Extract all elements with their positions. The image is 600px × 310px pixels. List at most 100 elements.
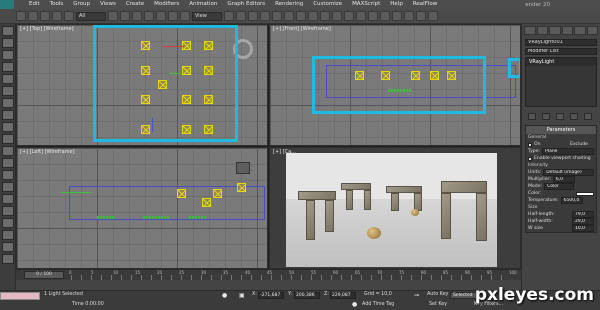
layer-manager-icon[interactable]: [344, 11, 354, 21]
left-tool-icon[interactable]: [2, 170, 14, 180]
menu-tools[interactable]: Tools: [45, 0, 69, 9]
mode-select[interactable]: Color: [544, 183, 575, 190]
manipulate-icon[interactable]: [236, 11, 246, 21]
multiplier-spinner[interactable]: 6,0: [552, 176, 575, 183]
set-key-button[interactable]: Set Key: [429, 302, 447, 307]
half-length-spinner[interactable]: 79,0: [572, 211, 594, 218]
x-coordinate-field[interactable]: -271,687: [258, 292, 284, 299]
add-time-tag-button[interactable]: Add Time Tag: [362, 302, 394, 307]
pin-stack-icon[interactable]: [528, 113, 536, 120]
left-tool-icon[interactable]: [2, 182, 14, 192]
align-icon[interactable]: [332, 11, 342, 21]
move-icon[interactable]: [156, 11, 166, 21]
menu-views[interactable]: Views: [95, 0, 121, 9]
timeline-ticks[interactable]: [71, 275, 511, 280]
select-by-name-icon[interactable]: [120, 11, 130, 21]
time-slider[interactable]: 0 / 100: [24, 271, 64, 279]
menu-group[interactable]: Group: [68, 0, 95, 9]
temperature-spinner[interactable]: 6500,0: [560, 197, 583, 204]
color-swatch[interactable]: [576, 191, 594, 196]
mirror-icon[interactable]: [320, 11, 330, 21]
menu-maxscript[interactable]: MAXScript: [347, 0, 385, 9]
vray-light-icon[interactable]: [213, 189, 222, 198]
select-object-icon[interactable]: [108, 11, 118, 21]
redo-icon[interactable]: [28, 11, 38, 21]
modifier-list-select[interactable]: Modifier List: [525, 48, 597, 55]
exclude-button[interactable]: Exclude: [570, 142, 588, 147]
units-select[interactable]: Default (image): [543, 169, 594, 176]
left-tool-icon[interactable]: [2, 38, 14, 48]
track-bar[interactable]: 0 / 100 0 5 10 15 20 25 30 35 40 45 50 55 60 65 70 75 80…: [16, 269, 521, 280]
time-tag-icon[interactable]: ●: [352, 301, 357, 308]
reference-coord-select[interactable]: View: [192, 11, 222, 21]
top-viewport[interactable]: [+] [Top] [Wireframe]: [16, 24, 268, 146]
perspective-viewport[interactable]: [+] [Ca...: [269, 147, 521, 269]
left-tool-icon[interactable]: [2, 74, 14, 84]
x-axis-gizmo[interactable]: [61, 192, 91, 193]
curve-editor-icon[interactable]: [368, 11, 378, 21]
menu-rendering[interactable]: Rendering: [270, 0, 308, 9]
menu-edit[interactable]: Edit: [24, 0, 45, 9]
left-tool-icon[interactable]: [2, 26, 14, 36]
lock-selection-icon[interactable]: ●: [222, 292, 227, 299]
remove-modifier-icon[interactable]: [570, 113, 578, 120]
left-viewport-label[interactable]: [+] [Left] [Wireframe]: [20, 149, 75, 155]
snaps-toggle-icon[interactable]: [260, 11, 270, 21]
render-setup-icon[interactable]: [404, 11, 414, 21]
menu-customize[interactable]: Customize: [308, 0, 347, 9]
bind-space-warp-icon[interactable]: [64, 11, 74, 21]
selection-filter-select[interactable]: All: [76, 11, 106, 21]
vray-light-icon[interactable]: [177, 189, 186, 198]
left-tool-icon[interactable]: [2, 230, 14, 240]
app-logo-icon[interactable]: [0, 0, 14, 9]
menu-create[interactable]: Create: [121, 0, 149, 9]
configure-sets-icon[interactable]: [584, 113, 592, 120]
front-viewport-label[interactable]: [+] [Front] [Wireframe]: [273, 26, 331, 32]
auto-key-select[interactable]: Selected: [450, 292, 478, 299]
menu-modifiers[interactable]: Modifiers: [149, 0, 184, 9]
y-coordinate-field[interactable]: 200,386: [294, 292, 320, 299]
rotate-icon[interactable]: [168, 11, 178, 21]
unlink-icon[interactable]: [52, 11, 62, 21]
create-tab-icon[interactable]: [524, 26, 536, 35]
left-viewport[interactable]: [+] [Left] [Wireframe]: [16, 147, 268, 269]
menu-help[interactable]: Help: [385, 0, 408, 9]
rendered-frame-icon[interactable]: [416, 11, 426, 21]
named-selection-icon[interactable]: [308, 11, 318, 21]
make-unique-icon[interactable]: [556, 113, 564, 120]
left-tool-icon[interactable]: [2, 98, 14, 108]
menu-graph-editors[interactable]: Graph Editors: [222, 0, 270, 9]
angle-snap-icon[interactable]: [272, 11, 282, 21]
vray-light-icon[interactable]: [237, 183, 246, 192]
schematic-view-icon[interactable]: [380, 11, 390, 21]
modifier-stack-item[interactable]: VRayLight: [526, 58, 596, 66]
left-tool-icon[interactable]: [2, 110, 14, 120]
render-production-icon[interactable]: [428, 11, 438, 21]
display-tab-icon[interactable]: [574, 26, 586, 35]
percent-snap-icon[interactable]: [284, 11, 294, 21]
left-tool-icon[interactable]: [2, 122, 14, 132]
left-tool-icon[interactable]: [2, 134, 14, 144]
auto-key-button[interactable]: Auto Key: [427, 292, 448, 297]
object-name-field[interactable]: VRayLight001: [525, 39, 597, 46]
undo-icon[interactable]: [16, 11, 26, 21]
top-viewport-label[interactable]: [+] [Top] [Wireframe]: [20, 26, 74, 32]
type-select[interactable]: Plane: [542, 148, 594, 155]
left-tool-icon[interactable]: [2, 194, 14, 204]
left-tool-icon[interactable]: [2, 218, 14, 228]
material-editor-icon[interactable]: [392, 11, 402, 21]
front-viewport[interactable]: [+] [Front] [Wireframe]: [269, 24, 521, 146]
w-size-spinner[interactable]: 10,0: [572, 225, 594, 232]
rollout-title[interactable]: Parameters: [526, 126, 596, 134]
left-tool-icon[interactable]: [2, 242, 14, 252]
left-tool-icon[interactable]: [2, 254, 14, 264]
viewport-nav-icon[interactable]: [236, 162, 250, 174]
menu-animation[interactable]: Animation: [184, 0, 222, 9]
graphite-icon[interactable]: [356, 11, 366, 21]
vray-light-icon[interactable]: [202, 198, 211, 207]
hierarchy-tab-icon[interactable]: [549, 26, 561, 35]
show-end-result-icon[interactable]: [542, 113, 550, 120]
viewport-shading-checkbox[interactable]: [528, 156, 532, 161]
spinner-snap-icon[interactable]: [296, 11, 306, 21]
scale-icon[interactable]: [180, 11, 190, 21]
